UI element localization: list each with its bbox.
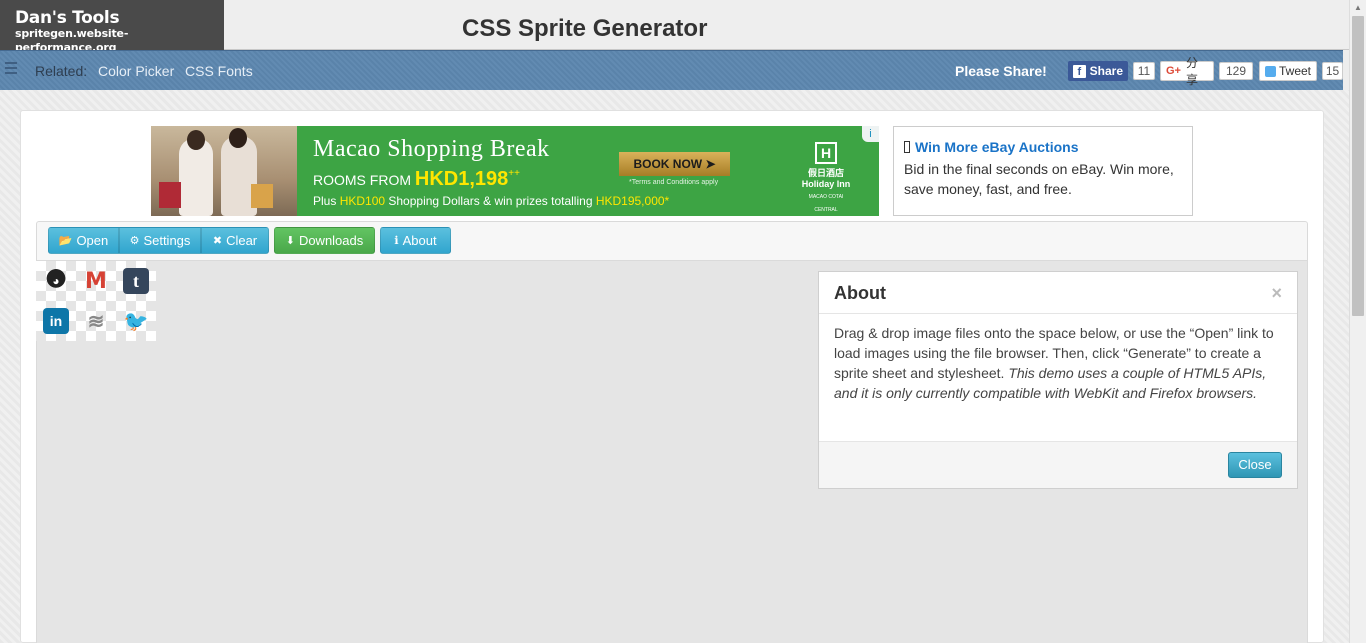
facebook-icon: f bbox=[1073, 64, 1086, 78]
related-bar: Related: Color Picker CSS Fonts Please S… bbox=[0, 50, 1343, 90]
about-dialog-title: About bbox=[834, 283, 886, 303]
sprite-tile[interactable]: ◕ bbox=[36, 261, 76, 301]
close-button[interactable]: Close bbox=[1228, 452, 1282, 478]
related-link-css-fonts[interactable]: CSS Fonts bbox=[185, 63, 253, 79]
text-ad[interactable]: Win More eBay Auctions Bid in the final … bbox=[893, 126, 1193, 216]
sprite-tile[interactable]: t bbox=[116, 261, 156, 301]
facebook-share-count: 11 bbox=[1133, 62, 1155, 80]
gmail-icon: M bbox=[85, 268, 107, 294]
ad-book-now-button[interactable]: BOOK NOW ➤ bbox=[619, 152, 730, 176]
text-ad-title[interactable]: Win More eBay Auctions bbox=[904, 139, 1182, 155]
sprite-tile[interactable]: ≋ bbox=[76, 301, 116, 341]
about-dialog-footer: Close bbox=[819, 441, 1297, 488]
sprite-tile[interactable]: in bbox=[36, 301, 76, 341]
ad-square-icon bbox=[904, 141, 910, 153]
linkedin-icon: in bbox=[43, 308, 69, 334]
sprite-tile[interactable]: M bbox=[76, 261, 116, 301]
scroll-up-arrow-icon[interactable]: ▲ bbox=[1350, 0, 1366, 16]
facebook-share-button[interactable]: f Share bbox=[1068, 61, 1128, 81]
holiday-inn-mark-icon: H bbox=[815, 142, 837, 164]
text-ad-body: Bid in the final seconds on eBay. Win mo… bbox=[904, 161, 1174, 197]
scrollbar-thumb[interactable] bbox=[1352, 16, 1364, 316]
googleplus-share-count: 129 bbox=[1219, 62, 1253, 80]
ad-price: HKD1,198 bbox=[414, 168, 509, 190]
about-dialog-body: Drag & drop image files onto the space b… bbox=[834, 325, 1274, 401]
folder-open-icon: 📂 bbox=[58, 235, 73, 247]
page-title: CSS Sprite Generator bbox=[462, 15, 708, 42]
logo-title: Dan's Tools bbox=[15, 8, 120, 28]
ad-offer: Plus HKD100 Shopping Dollars & win prize… bbox=[313, 194, 670, 208]
googleplus-share-label: 分享 bbox=[1185, 56, 1198, 87]
twitter-tweet-label: Tweet bbox=[1278, 64, 1311, 78]
tumblr-icon: t bbox=[123, 268, 149, 294]
ad-rooms-from: ROOMS FROM HKD1,198++ bbox=[313, 168, 520, 190]
about-dialog-header: About × bbox=[819, 272, 1297, 314]
about-dialog: About × Drag & drop image files onto the… bbox=[818, 271, 1298, 489]
open-button[interactable]: 📂 Open bbox=[48, 227, 119, 254]
gear-icon: ⚙ bbox=[129, 235, 140, 247]
site-logo[interactable]: Dan's Tools spritegen.website-performanc… bbox=[0, 0, 224, 54]
share-label: Please Share! bbox=[955, 63, 1047, 79]
twitter-tweet-button[interactable]: Tweet bbox=[1259, 61, 1317, 81]
ad-terms: *Terms and Conditions apply bbox=[629, 179, 719, 186]
twitter-bird-icon bbox=[1265, 65, 1276, 77]
ad-info-icon[interactable]: i bbox=[862, 126, 879, 142]
settings-button[interactable]: ⚙ Settings bbox=[119, 227, 201, 254]
site-header: Dan's Tools spritegen.website-performanc… bbox=[0, 0, 1349, 54]
twitter-icon: 🐦 bbox=[123, 310, 149, 333]
related-link-color-picker[interactable]: Color Picker bbox=[98, 63, 174, 79]
ad-headline: Macao Shopping Break bbox=[313, 136, 550, 162]
menu-icon[interactable] bbox=[5, 61, 17, 75]
clear-button[interactable]: ✖ Clear bbox=[201, 227, 269, 254]
close-icon: ✖ bbox=[212, 235, 223, 247]
sprite-tile[interactable]: 🐦 bbox=[116, 301, 156, 341]
close-icon[interactable]: × bbox=[1271, 283, 1282, 304]
googleplus-icon: G+ bbox=[1166, 65, 1181, 77]
downloads-button[interactable]: ⬇ Downloads bbox=[274, 227, 375, 254]
stackoverflow-icon: ≋ bbox=[87, 310, 105, 333]
about-button[interactable]: ℹ About bbox=[380, 227, 451, 254]
twitter-tweet-count: 15 bbox=[1322, 62, 1343, 80]
related-label: Related: bbox=[35, 63, 88, 79]
ad-banner[interactable]: Macao Shopping Break ROOMS FROM HKD1,198… bbox=[151, 126, 879, 216]
holiday-inn-logo: H 假日酒店 Holiday Inn MACAO COTAI CENTRAL bbox=[801, 142, 851, 216]
download-icon: ⬇ bbox=[285, 235, 295, 247]
info-icon: ℹ bbox=[394, 235, 399, 247]
github-icon: ◕ bbox=[43, 268, 69, 294]
facebook-share-label: Share bbox=[1089, 64, 1123, 78]
googleplus-share-button[interactable]: G+ 分享 bbox=[1160, 56, 1214, 87]
page-scrollbar[interactable]: ▲ bbox=[1349, 0, 1366, 643]
ad-photo bbox=[151, 126, 297, 216]
